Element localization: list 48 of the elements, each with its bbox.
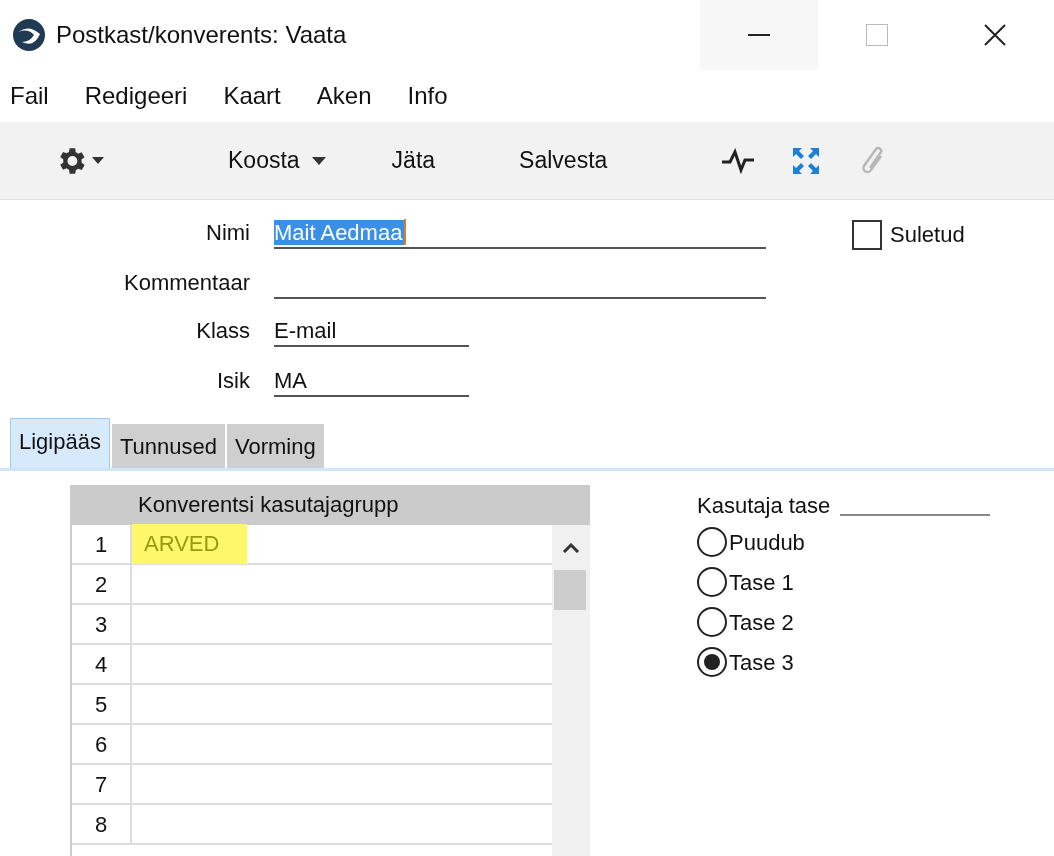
row-number: 7: [72, 765, 132, 803]
pulse-icon[interactable]: [721, 147, 756, 174]
menu-item[interactable]: Aken: [316, 78, 372, 114]
radio-button[interactable]: [697, 567, 727, 597]
radio-label: Tase 3: [729, 648, 794, 677]
window-title: Postkast/konverents: Vaata: [56, 20, 347, 50]
checkbox-label: Suletud: [890, 221, 965, 249]
group-label: Kasutaja tase: [697, 492, 831, 520]
radio-button[interactable]: [697, 607, 727, 637]
row-number: 6: [72, 725, 132, 763]
row-number: 3: [72, 605, 132, 643]
field-label: Kommentaar: [123, 269, 251, 297]
scrollbar-thumb[interactable]: [554, 570, 586, 610]
field-label: Nimi: [205, 219, 251, 247]
toolbar-button[interactable]: Salvesta: [519, 143, 608, 178]
menu-item[interactable]: Info: [407, 78, 448, 114]
toolbar-button[interactable]: Koosta: [228, 143, 326, 178]
app-logo-icon: [12, 18, 46, 52]
checkbox[interactable]: [852, 219, 882, 250]
radio-label: Puudub: [729, 528, 805, 557]
tab[interactable]: Ligipääs: [10, 418, 110, 468]
caret-icon: [311, 156, 326, 165]
field-label: Isik: [216, 367, 251, 395]
field-label: Klass: [195, 317, 251, 345]
menu-item[interactable]: Kaart: [223, 78, 281, 114]
scroll-up-icon: [562, 543, 580, 553]
caret-icon: [92, 157, 104, 164]
menu-item[interactable]: Fail: [10, 78, 49, 114]
radio-label: Tase 1: [729, 568, 794, 597]
row-number: 8: [72, 805, 132, 843]
maximize-icon: [866, 24, 888, 46]
minimize-icon: [748, 34, 770, 36]
tab[interactable]: Vorming: [225, 424, 324, 468]
radio-label: Tase 2: [729, 608, 794, 637]
row-number: 4: [72, 645, 132, 683]
input-field[interactable]: MA: [274, 367, 469, 397]
input-field[interactable]: E-mail: [274, 317, 469, 347]
scrollbar[interactable]: [552, 525, 590, 856]
close-icon: [984, 24, 1006, 46]
row-number: 5: [72, 685, 132, 723]
radio-button[interactable]: [697, 647, 727, 677]
radio-button[interactable]: [697, 527, 727, 557]
toolbar-button[interactable]: Jäta: [391, 143, 436, 178]
tab[interactable]: Tunnused: [109, 424, 225, 468]
expand-icon[interactable]: [791, 145, 822, 176]
menu-item[interactable]: Redigeeri: [84, 78, 188, 114]
row-number: 2: [72, 565, 132, 603]
column-header: Konverentsi kasutajagrupp: [72, 485, 590, 525]
